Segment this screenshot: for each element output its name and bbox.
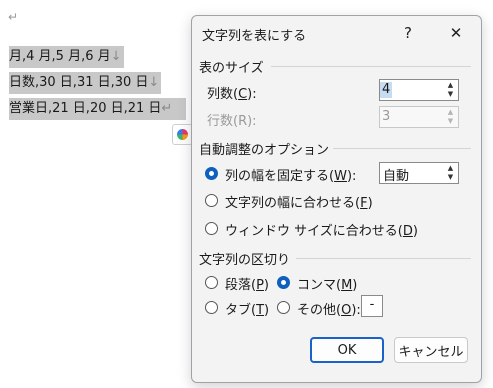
rows-label: 行数(R):: [207, 114, 257, 129]
spinner-arrows[interactable]: ▲ ▼: [444, 164, 457, 182]
spinner-arrows[interactable]: ▲ ▼: [444, 81, 457, 99]
dialog-title: 文字列を表にする: [202, 29, 307, 44]
close-icon: ✕: [449, 24, 463, 42]
columns-spinner[interactable]: 4 ▲ ▼: [379, 79, 459, 101]
line-break-mark: ↓: [110, 49, 122, 64]
fixed-width-select[interactable]: 自動 ▲ ▼: [379, 162, 459, 184]
other-radio[interactable]: [277, 301, 290, 314]
ok-button[interactable]: OK: [310, 337, 384, 363]
spinner-arrows: ▲ ▼: [444, 108, 457, 126]
copilot-button[interactable]: [172, 124, 193, 145]
other-label[interactable]: その他(O):: [297, 299, 361, 318]
spin-up-icon: ▲: [447, 108, 454, 116]
comma-label[interactable]: コンマ(M): [297, 274, 357, 293]
columns-label: 列数(C):: [207, 87, 257, 102]
fixed-width-label[interactable]: 列の幅を固定する(W):: [225, 165, 356, 184]
tab-radio[interactable]: [205, 301, 218, 314]
copilot-icon: [177, 129, 188, 140]
spin-up-icon: ▲: [447, 164, 454, 172]
autofit-contents-label[interactable]: 文字列の幅に合わせる(F): [225, 192, 373, 211]
cancel-button-label: キャンセル: [398, 344, 464, 360]
comma-radio[interactable]: [277, 276, 290, 289]
autofit-contents-radio[interactable]: [205, 194, 218, 207]
autofit-window-radio[interactable]: [205, 222, 218, 235]
cancel-button[interactable]: キャンセル: [394, 337, 468, 363]
line-text: 営業日,21 日,20 日,21 日: [9, 101, 162, 116]
divider: [271, 66, 471, 67]
table-size-heading: 表のサイズ: [199, 61, 264, 76]
convert-text-to-table-dialog: 文字列を表にする ? ✕ 表のサイズ 列数(C): 4 ▲ ▼ 行数(R): 3 …: [191, 15, 482, 383]
divider: [333, 148, 471, 149]
ok-button-label: OK: [337, 342, 357, 358]
empty-paragraph-mark: ↵: [8, 10, 19, 24]
spin-down-icon: ▼: [447, 90, 454, 98]
spin-up-icon: ▲: [447, 81, 454, 89]
close-button[interactable]: ✕: [438, 18, 474, 48]
document-line-3[interactable]: 営業日,21 日,20 日,21 日↵: [9, 98, 187, 120]
spin-down-icon: ▼: [447, 117, 454, 125]
autofit-heading: 自動調整のオプション: [199, 143, 330, 158]
columns-value[interactable]: 4: [380, 82, 393, 98]
line-text: 日数,30 日,31 日,30 日: [9, 75, 149, 90]
fixed-width-value: 自動: [383, 169, 410, 184]
rows-value: 3: [382, 109, 391, 124]
line-text: 月,4 月,5 月,6 月: [9, 49, 111, 64]
document-line-1[interactable]: 月,4 月,5 月,6 月↓: [9, 46, 124, 68]
paragraph-radio[interactable]: [205, 276, 218, 289]
paragraph-label[interactable]: 段落(P): [225, 274, 269, 293]
rows-spinner: 3 ▲ ▼: [379, 106, 459, 128]
other-separator-input[interactable]: -: [361, 295, 383, 317]
help-button[interactable]: ?: [390, 18, 426, 48]
tab-label[interactable]: タブ(T): [225, 299, 269, 318]
spin-down-icon: ▼: [447, 173, 454, 181]
autofit-window-label[interactable]: ウィンドウ サイズに合わせる(D): [225, 220, 418, 239]
fixed-width-radio[interactable]: [205, 167, 218, 180]
separator-heading: 文字列の区切り: [199, 253, 291, 268]
divider: [296, 258, 471, 259]
help-icon: ?: [404, 24, 412, 42]
line-break-mark: ↓: [148, 75, 160, 90]
paragraph-mark: ↵: [161, 101, 173, 116]
document-line-2[interactable]: 日数,30 日,31 日,30 日↓: [9, 72, 162, 94]
